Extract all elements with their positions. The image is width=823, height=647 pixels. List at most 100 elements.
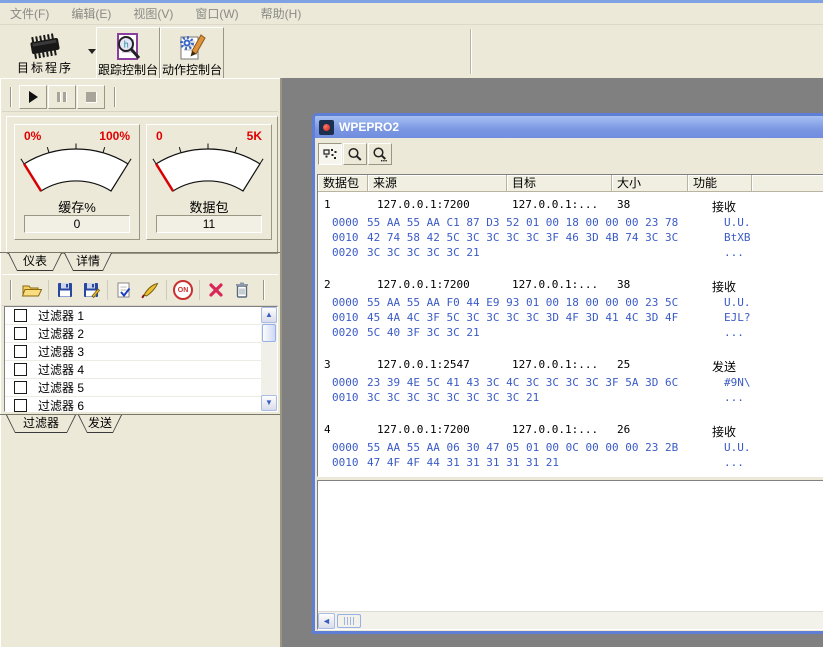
filter-checkbox[interactable]	[14, 309, 27, 322]
scrollbar-thumb[interactable]	[262, 324, 276, 342]
wpepro2-window-icon[interactable]	[319, 120, 334, 135]
menu-bar: 文件(F) 编辑(E) 视图(V) 窗口(W) 帮助(H)	[0, 3, 823, 25]
monitor-tab-bar: 仪表 详情	[0, 252, 280, 273]
hex-row[interactable]: 000023 39 4E 5C 41 43 3C 4C 3C 3C 3C 3C …	[318, 376, 823, 391]
packet-rows: 1 127.0.0.1:7200 127.0.0.1:... 38 接收 000…	[318, 192, 823, 471]
column-header-target[interactable]: 目标	[507, 175, 612, 192]
left-panel: 0% 100% 缓存% 0 0 5K	[0, 78, 282, 647]
hex-row[interactable]: 000055 AA 55 AA C1 87 D3 52 01 00 18 00 …	[318, 216, 823, 231]
target-program-label: 目标程序	[17, 60, 73, 76]
delete-filter-button[interactable]	[203, 278, 229, 302]
main-toolbar: 目标程序 h 跟踪控制台 动作控制台	[0, 25, 823, 79]
packet-list-header: 数据包 来源 目标 大小 功能	[318, 175, 823, 192]
check-document-icon	[115, 281, 133, 299]
action-console-label: 动作控制台	[162, 62, 222, 78]
toolbar-grip	[10, 87, 12, 107]
packet-summary-row[interactable]: 3 127.0.0.1:2547 127.0.0.1:... 25 发送	[318, 358, 823, 373]
action-console-button[interactable]: 动作控制台	[160, 27, 224, 79]
list-item[interactable]: 过滤器 2	[5, 325, 277, 343]
column-header-function[interactable]: 功能	[688, 175, 752, 192]
filter-toolbar: ON	[2, 274, 278, 306]
target-program-dropdown-icon[interactable]	[88, 49, 96, 54]
scrollbar-thumb[interactable]	[337, 614, 361, 628]
gauge-caption: 数据包	[147, 197, 271, 216]
hex-row[interactable]: 001045 4A 4C 3F 5C 3C 3C 3C 3C 3D 4F 3D …	[318, 311, 823, 326]
socket-capture-button[interactable]	[318, 143, 342, 165]
scroll-left-icon[interactable]: ◄	[318, 613, 335, 629]
packet-entry: 2 127.0.0.1:7200 127.0.0.1:... 38 接收 000…	[318, 278, 823, 341]
clear-filters-button[interactable]	[229, 278, 255, 302]
column-header-source[interactable]: 来源	[368, 175, 507, 192]
filter-label: 过滤器 1	[38, 307, 84, 324]
hex-row[interactable]: 00103C 3C 3C 3C 3C 3C 3C 3C 21...	[318, 391, 823, 406]
list-item[interactable]: 过滤器 1	[5, 307, 277, 325]
play-icon	[29, 91, 38, 103]
packet-summary-row[interactable]: 1 127.0.0.1:7200 127.0.0.1:... 38 接收	[318, 198, 823, 213]
horizontal-scrollbar[interactable]: ◄	[318, 611, 823, 629]
hex-row[interactable]: 001047 4F 4F 44 31 31 31 31 31 21...	[318, 456, 823, 471]
scroll-up-icon[interactable]: ▲	[261, 307, 277, 323]
open-filter-button[interactable]	[19, 278, 45, 302]
packet-gauge: 0 5K 数据包 11	[146, 124, 272, 240]
transport-toolbar	[2, 83, 278, 112]
open-folder-icon	[21, 282, 43, 298]
scroll-down-icon[interactable]: ▼	[261, 395, 277, 411]
tab-filters[interactable]: 过滤器	[6, 415, 76, 433]
tab-details[interactable]: 详情	[64, 253, 112, 271]
trace-console-button[interactable]: h 跟踪控制台	[96, 27, 160, 79]
menu-help[interactable]: 帮助(H)	[251, 2, 314, 25]
packet-entry: 1 127.0.0.1:7200 127.0.0.1:... 38 接收 000…	[318, 198, 823, 261]
search-options-button[interactable]	[368, 143, 392, 165]
filter-checkbox[interactable]	[14, 327, 27, 340]
play-button[interactable]	[19, 85, 47, 109]
list-item[interactable]: 过滤器 5	[5, 379, 277, 397]
filter-checkbox[interactable]	[14, 381, 27, 394]
lower-pane: ◄	[317, 480, 823, 630]
gauge-value: 11	[156, 215, 262, 233]
pause-button[interactable]	[48, 85, 76, 109]
wpepro2-titlebar[interactable]: WPEPRO2	[315, 116, 823, 138]
tab-gauges[interactable]: 仪表	[8, 253, 62, 271]
trace-console-label: 跟踪控制台	[98, 62, 158, 78]
hex-row[interactable]: 00205C 40 3F 3C 3C 21...	[318, 326, 823, 341]
on-icon: ON	[173, 280, 193, 300]
hex-row[interactable]: 00203C 3C 3C 3C 3C 21...	[318, 246, 823, 261]
packet-summary-row[interactable]: 2 127.0.0.1:7200 127.0.0.1:... 38 接收	[318, 278, 823, 293]
list-item[interactable]: 过滤器 3	[5, 343, 277, 361]
toolbar-grip	[263, 280, 265, 300]
filter-checkbox[interactable]	[14, 345, 27, 358]
tab-send[interactable]: 发送	[78, 415, 122, 433]
toolbar-separator	[166, 280, 167, 300]
filter-checkbox[interactable]	[14, 363, 27, 376]
filter-on-button[interactable]: ON	[170, 278, 196, 302]
menu-view[interactable]: 视图(V)	[123, 2, 185, 25]
edit-filter-button[interactable]	[137, 278, 163, 302]
apply-filter-button[interactable]	[111, 278, 137, 302]
wpepro2-toolbar	[318, 143, 393, 165]
menu-window[interactable]: 窗口(W)	[185, 2, 250, 25]
list-item[interactable]: 过滤器 4	[5, 361, 277, 379]
list-item[interactable]: 过滤器 6	[5, 397, 277, 415]
target-program-button[interactable]: 目标程序	[6, 28, 84, 76]
save-filters-as-button[interactable]	[78, 278, 104, 302]
pen-icon	[140, 281, 160, 299]
hex-row[interactable]: 000055 AA 55 AA F0 44 E9 93 01 00 18 00 …	[318, 296, 823, 311]
menu-edit[interactable]: 编辑(E)	[61, 2, 123, 25]
menu-file[interactable]: 文件(F)	[0, 2, 61, 25]
column-header-packet[interactable]: 数据包	[318, 175, 368, 192]
trace-console-icon: h	[113, 32, 143, 62]
buffer-gauge: 0% 100% 缓存% 0	[14, 124, 140, 240]
toolbar-separator	[470, 29, 472, 74]
search-button[interactable]	[343, 143, 367, 165]
packet-summary-row[interactable]: 4 127.0.0.1:7200 127.0.0.1:... 26 接收	[318, 423, 823, 438]
hex-row[interactable]: 001042 74 58 42 5C 3C 3C 3C 3C 3F 46 3D …	[318, 231, 823, 246]
save-icon	[56, 281, 74, 299]
hex-row[interactable]: 000055 AA 55 AA 06 30 47 05 01 00 0C 00 …	[318, 441, 823, 456]
packet-entry: 3 127.0.0.1:2547 127.0.0.1:... 25 发送 000…	[318, 358, 823, 406]
filter-checkbox[interactable]	[14, 399, 27, 412]
filter-list-scrollbar[interactable]: ▲ ▼	[261, 307, 277, 411]
packet-list: 数据包 来源 目标 大小 功能 1 127.0.0.1:7200 127.0.0…	[317, 174, 823, 477]
save-filters-button[interactable]	[52, 278, 78, 302]
stop-button[interactable]	[77, 85, 105, 109]
column-header-size[interactable]: 大小	[612, 175, 688, 192]
